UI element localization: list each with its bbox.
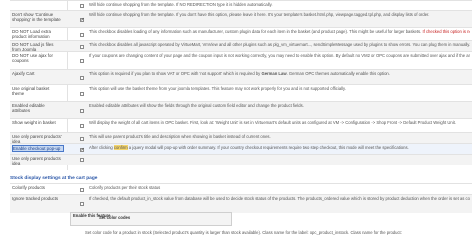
setting-description: Will display the weight of all cart item… — [89, 120, 470, 125]
setting-row: DO NOT Load extra product information Thi… — [10, 27, 472, 41]
setting-label: Use original basket theme — [12, 86, 50, 96]
setting-checkbox[interactable] — [80, 4, 84, 8]
setting-checkbox[interactable] — [80, 124, 84, 128]
setting-label: Don't show 'Continue shopping' in the te… — [12, 12, 61, 22]
color-code-description: Set color code for a product in stock (S… — [85, 230, 402, 235]
setting-checkbox[interactable] — [80, 92, 84, 96]
description-text: This option is required if you plan to s… — [89, 71, 262, 76]
setting-label: DO NOT Load extra product information — [12, 29, 51, 39]
description-text: Colorify products per their stock status — [89, 185, 161, 190]
setting-description: If checked, the default product_in_stock… — [89, 196, 470, 201]
setting-description: This will use parent product's title and… — [89, 134, 470, 139]
setting-checkbox[interactable] — [80, 109, 84, 113]
setting-description: If your coupons are changing content of … — [89, 53, 470, 58]
setting-row: Ignore tracked products If checked, the d… — [10, 194, 472, 213]
setting-checkbox[interactable] — [80, 33, 84, 37]
setting-checkbox[interactable] — [80, 147, 85, 153]
setting-label: Enabled editable attributes — [12, 103, 45, 113]
setting-label: Use only parent products idea — [12, 156, 61, 166]
description-text: Will hide continue shopping from the tem… — [89, 12, 430, 17]
setting-description: Enabled editable attributes will show th… — [89, 103, 470, 108]
description-text: Will hide continue shopping from the tem… — [89, 2, 273, 7]
description-text: . German OPC themes automatically enable… — [286, 71, 390, 76]
description-text: If checked this option is needed: — [422, 29, 470, 34]
description-text: This checkbox disables all javascript op… — [89, 42, 470, 47]
setting-row: Enabled editable attributes Enabled edita… — [10, 101, 472, 119]
setting-row: Don't show 'Continue shopping' in the te… — [10, 10, 472, 28]
setting-row: Show weight in basket Will display the we… — [10, 118, 472, 133]
setting-checkbox[interactable] — [80, 202, 84, 206]
description-text: confirm — [113, 145, 128, 150]
description-text: a jquery modal will pop-up with order su… — [127, 145, 409, 150]
description-text: If checked, the default product_in_stock… — [89, 196, 470, 201]
setting-label: Colorify products — [12, 185, 45, 190]
setting-row: Use original basket theme This option wil… — [10, 84, 472, 102]
section-title-stock: Stock display settings at the cart page — [10, 176, 98, 181]
setting-label: Show weight in basket — [12, 120, 56, 125]
setting-description: Colorify products per their stock status — [89, 185, 470, 190]
setting-label: Enable checkout pop-up — [12, 145, 64, 152]
setting-checkbox[interactable] — [80, 59, 84, 63]
setting-row: Use only parent products idea — [10, 154, 472, 166]
setting-label: DO NOT use ajax for coupons — [12, 53, 53, 63]
setting-row: DO NOT use ajax for coupons If your coupo… — [10, 51, 472, 70]
setting-description: Will hide continue shopping from the tem… — [89, 12, 470, 17]
opc-config-page: Will hide continue shopping from the tem… — [0, 0, 474, 239]
setting-description: This option will use the basket theme fr… — [89, 86, 470, 91]
setting-label: Ajaxify Cart — [12, 71, 35, 76]
color-codes-header: Set color codes — [99, 215, 131, 220]
setting-description: Will hide continue shopping from the tem… — [89, 2, 470, 7]
setting-checkbox[interactable] — [80, 137, 84, 141]
setting-checkbox[interactable] — [80, 17, 85, 23]
description-text: This checkbox disables loading of any in… — [89, 29, 422, 34]
description-text: This option will use the basket theme fr… — [89, 86, 346, 91]
setting-row: Ajaxify Cart This option is required if y… — [10, 69, 472, 85]
setting-description: This option is required if you plan to s… — [89, 71, 470, 76]
description-text: If your coupons are changing content of … — [89, 53, 470, 58]
setting-checkbox[interactable] — [80, 45, 84, 49]
setting-description: After clicking confirm a jquery modal wi… — [89, 145, 470, 150]
description-text: After clicking — [89, 145, 114, 150]
description-text: Enabled editable attributes will show th… — [89, 103, 304, 108]
setting-checkbox[interactable] — [80, 76, 84, 80]
description-text: Will display the weight of all cart item… — [89, 120, 456, 125]
description-text: German Law — [261, 71, 287, 76]
setting-description: This checkbox disables all javascript op… — [89, 42, 470, 47]
color-code-table: Enable this feature Set color codes — [70, 212, 232, 226]
setting-label: Ignore tracked products — [12, 196, 59, 201]
setting-checkbox[interactable] — [80, 158, 84, 162]
setting-description: This checkbox disables loading of any in… — [89, 29, 470, 34]
setting-checkbox[interactable] — [80, 188, 84, 192]
description-text: This will use parent product's title and… — [89, 134, 271, 139]
